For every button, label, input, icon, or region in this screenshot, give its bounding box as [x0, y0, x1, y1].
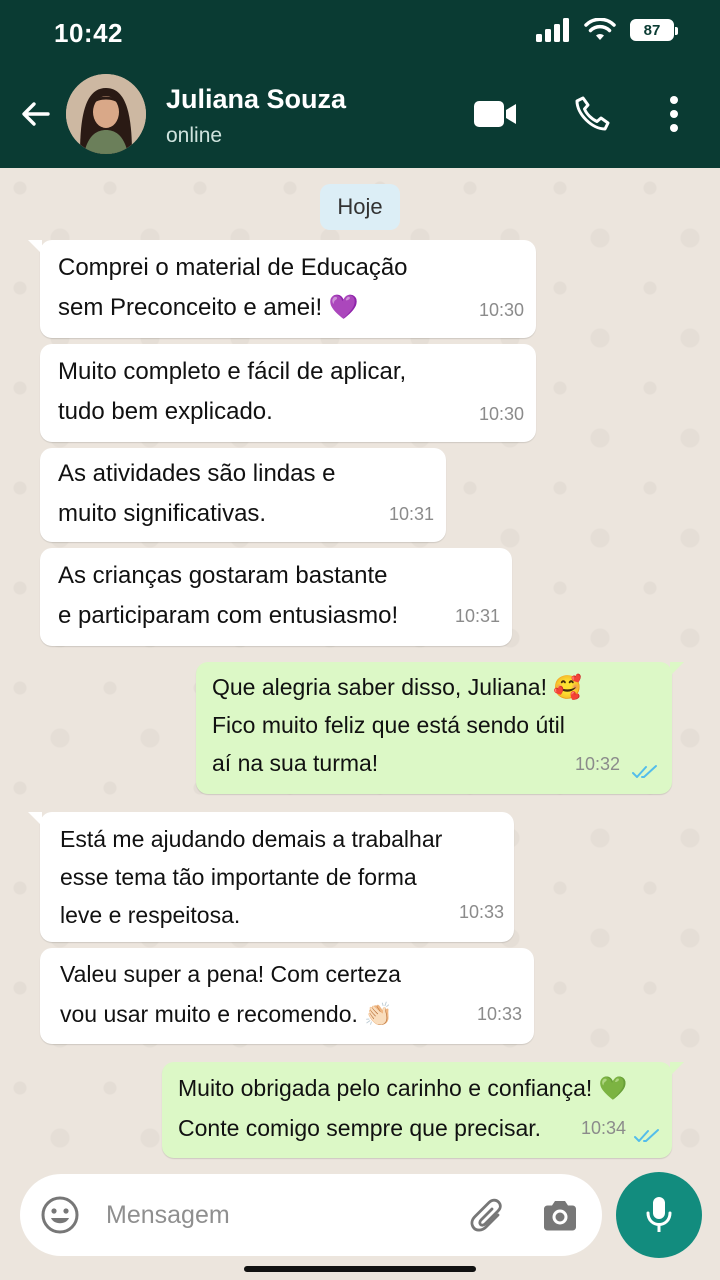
more-options-button[interactable] — [656, 94, 692, 134]
more-vertical-icon — [670, 96, 678, 132]
video-call-button[interactable] — [472, 94, 518, 134]
voice-message-button[interactable] — [616, 1172, 702, 1258]
phone-icon — [575, 96, 610, 131]
double-check-icon — [634, 1129, 659, 1142]
message-text: Muito completo e fácil de aplicar, tudo … — [58, 358, 407, 425]
battery-level: 87 — [643, 21, 661, 39]
message-text: Comprei o material de Educação sem Preco… — [58, 254, 408, 321]
double-check-icon — [632, 765, 657, 778]
message-text: As atividades são lindas e muito signifi… — [58, 460, 336, 527]
message-time: 10:32 — [574, 754, 620, 774]
message-input[interactable] — [106, 1192, 446, 1238]
avatar-photo — [66, 74, 146, 154]
contact-name[interactable]: Juliana Souza — [166, 84, 346, 115]
message-bubble-incoming[interactable]: Muito completo e fácil de aplicar, tudo … — [40, 344, 536, 442]
home-indicator — [244, 1266, 476, 1272]
chat-header: Juliana Souza online — [0, 62, 720, 168]
microphone-icon — [646, 1197, 672, 1232]
emoji-icon[interactable] — [40, 1195, 80, 1235]
message-bubble-incoming[interactable]: As crianças gostaram bastante e particip… — [40, 548, 512, 646]
message-time: 10:31 — [388, 504, 434, 524]
battery-indicator: 87 — [630, 19, 678, 41]
message-bubble-outgoing[interactable]: Muito obrigada pelo carinho e confiança!… — [162, 1062, 684, 1158]
message-time: 10:34 — [580, 1118, 626, 1138]
date-chip: Hoje — [320, 184, 400, 230]
paperclip-icon[interactable] — [468, 1196, 508, 1236]
status-icons: 87 — [536, 18, 678, 42]
message-input-bar — [20, 1174, 602, 1256]
chat-area[interactable]: Hoje Comprei o material de Educação sem … — [0, 168, 720, 1170]
message-time: 10:30 — [478, 300, 524, 320]
message-bubble-incoming[interactable]: As atividades são lindas e muito signifi… — [40, 448, 446, 542]
message-bubble-incoming[interactable]: Está me ajudando demais a trabalhar esse… — [28, 812, 514, 942]
message-bubble-incoming[interactable]: Valeu super a pena! Com certeza vou usar… — [40, 948, 534, 1044]
camera-icon[interactable] — [540, 1196, 580, 1236]
video-camera-icon — [474, 101, 516, 127]
contact-status: online — [166, 124, 223, 147]
message-text: Valeu super a pena! Com certeza vou usar… — [60, 961, 401, 1027]
message-time: 10:30 — [478, 404, 524, 424]
message-text: Que alegria saber disso, Juliana! 🥰 Fico… — [212, 674, 582, 776]
signal-icon — [536, 18, 569, 42]
message-text: Está me ajudando demais a trabalhar esse… — [60, 826, 443, 928]
message-time: 10:33 — [476, 1004, 522, 1024]
status-bar: 10:42 87 — [0, 0, 720, 62]
message-text: Muito obrigada pelo carinho e confiança!… — [178, 1075, 628, 1141]
message-bubble-outgoing[interactable]: Que alegria saber disso, Juliana! 🥰 Fico… — [196, 662, 684, 794]
status-time: 10:42 — [54, 18, 123, 48]
message-bubble-incoming[interactable]: Comprei o material de Educação sem Preco… — [28, 240, 536, 338]
avatar[interactable] — [66, 74, 146, 154]
message-time: 10:33 — [458, 902, 504, 922]
message-time: 10:31 — [454, 606, 500, 626]
message-text: As crianças gostaram bastante e particip… — [58, 562, 399, 629]
wifi-icon — [584, 18, 616, 40]
voice-call-button[interactable] — [572, 94, 612, 134]
arrow-left-icon[interactable] — [16, 94, 56, 134]
date-label: Hoje — [337, 194, 383, 219]
